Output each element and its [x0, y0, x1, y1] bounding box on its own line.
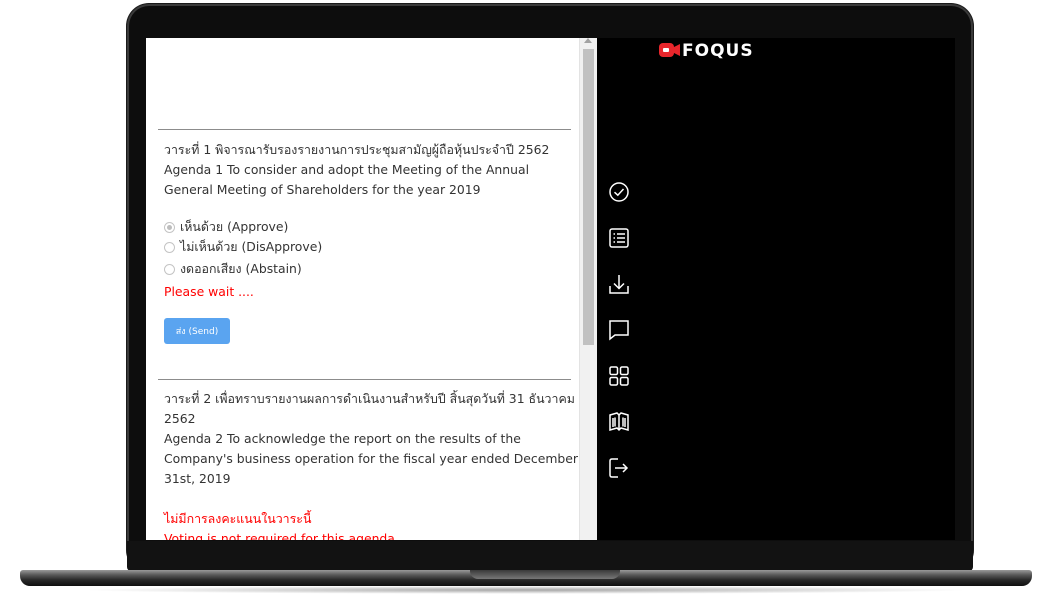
logout-icon[interactable]: [605, 454, 633, 482]
agenda-1-title: วาระที่ 1 พิจารณารับรองรายงานการประชุมสา…: [164, 140, 579, 200]
agenda-2-title-en: Agenda 2 To acknowledge the report on th…: [164, 431, 579, 486]
status-message: Please wait ....: [164, 284, 254, 299]
radio-abstain[interactable]: งดออกเสียง (Abstain): [164, 260, 302, 278]
laptop-screen: วาระที่ 1 พิจารณารับรองรายงานการประชุมสา…: [146, 38, 955, 540]
send-button[interactable]: ส่ง (Send): [164, 318, 230, 344]
agenda-2-notice-en: Voting is not required for this agenda: [164, 531, 395, 540]
agenda-1-title-th: วาระที่ 1 พิจารณารับรองรายงานการประชุมสา…: [164, 142, 550, 157]
scroll-thumb[interactable]: [583, 49, 594, 345]
voting-panel-content: วาระที่ 1 พิจารณารับรองรายงานการประชุมสา…: [152, 38, 578, 540]
agenda-divider: [158, 379, 571, 380]
chat-icon[interactable]: [605, 316, 633, 344]
laptop-shadow: [80, 586, 972, 594]
agenda-2-title-th: วาระที่ 2 เพื่อทราบรายงานผลการดำเนินงานส…: [164, 391, 575, 426]
radio-disapprove-circle[interactable]: [164, 241, 175, 253]
radio-abstain-circle[interactable]: [164, 263, 175, 275]
list-icon[interactable]: [605, 224, 633, 252]
radio-disapprove[interactable]: ไม่เห็นด้วย (DisApprove): [164, 238, 322, 256]
scroll-up-arrow[interactable]: [584, 38, 592, 43]
camera-logo-icon: [659, 43, 680, 57]
radio-approve-label: เห็นด้วย (Approve): [180, 218, 289, 234]
voting-panel[interactable]: วาระที่ 1 พิจารณารับรองรายงานการประชุมสา…: [146, 38, 579, 540]
agenda-1-title-en: Agenda 1 To consider and adopt the Meeti…: [164, 162, 530, 197]
radio-abstain-label: งดออกเสียง (Abstain): [180, 260, 302, 276]
download-icon[interactable]: [605, 270, 633, 298]
radio-approve-circle[interactable]: [164, 221, 175, 233]
brand-logo-text: FOQUS: [682, 41, 754, 61]
laptop-notch: [470, 570, 620, 579]
brand-logo: FOQUS: [658, 40, 754, 62]
grid-icon[interactable]: [605, 362, 633, 390]
radio-approve[interactable]: เห็นด้วย (Approve): [164, 218, 288, 236]
agenda-2-title: วาระที่ 2 เพื่อทราบรายงานผลการดำเนินงานส…: [164, 389, 579, 489]
laptop-bottom-bezel: [127, 541, 973, 571]
radio-disapprove-label: ไม่เห็นด้วย (DisApprove): [180, 238, 323, 254]
agenda-divider: [158, 129, 571, 130]
agenda-2-notice-th: ไม่มีการลงคะแนนในวาระนี้: [164, 511, 312, 526]
check-circle-icon[interactable]: [605, 178, 633, 206]
book-icon[interactable]: [605, 408, 633, 436]
panel-scrollbar[interactable]: [579, 38, 597, 540]
